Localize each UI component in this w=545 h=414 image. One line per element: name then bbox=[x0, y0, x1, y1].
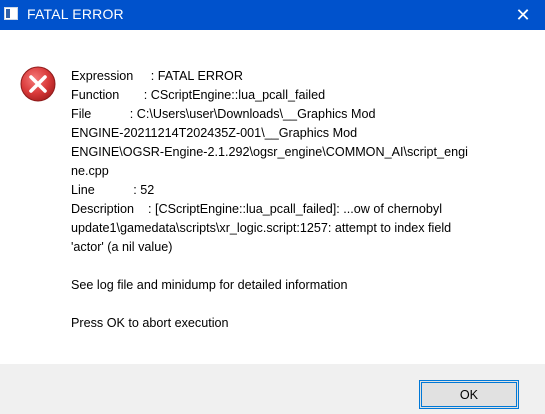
description-line-3: 'actor' (a nil value) bbox=[71, 240, 173, 254]
dialog-footer: OK bbox=[0, 364, 545, 414]
press-ok-text: Press OK to abort execution bbox=[71, 316, 229, 330]
window-icon bbox=[4, 7, 18, 20]
file-line-4: ne.cpp bbox=[71, 164, 109, 178]
title-bar[interactable]: FATAL ERROR ✕ bbox=[0, 0, 545, 30]
close-icon: ✕ bbox=[515, 4, 531, 25]
file-line-3: ENGINE\OGSR-Engine-2.1.292\ogsr_engine\C… bbox=[71, 145, 468, 159]
file-line-1: File : C:\Users\user\Downloads\__Graphic… bbox=[71, 107, 376, 121]
description-line-1: Description : [CScriptEngine::lua_pcall_… bbox=[71, 202, 443, 216]
description-line-2: update1\gamedata\scripts\xr_logic.script… bbox=[71, 221, 452, 235]
error-x-icon bbox=[20, 66, 56, 102]
dialog-content: Expression : FATAL ERROR Function : CScr… bbox=[0, 30, 545, 364]
function-line: Function : CScriptEngine::lua_pcall_fail… bbox=[71, 88, 326, 102]
window-title: FATAL ERROR bbox=[27, 6, 124, 22]
expression-line: Expression : FATAL ERROR bbox=[71, 69, 243, 83]
see-log-text: See log file and minidump for detailed i… bbox=[71, 278, 348, 292]
file-line-2: ENGINE-20211214T202435Z-001\__Graphics M… bbox=[71, 126, 358, 140]
line-number: Line : 52 bbox=[71, 183, 155, 197]
error-message: Expression : FATAL ERROR Function : CScr… bbox=[71, 67, 526, 333]
close-button[interactable]: ✕ bbox=[501, 0, 545, 30]
ok-button[interactable]: OK bbox=[419, 380, 519, 409]
